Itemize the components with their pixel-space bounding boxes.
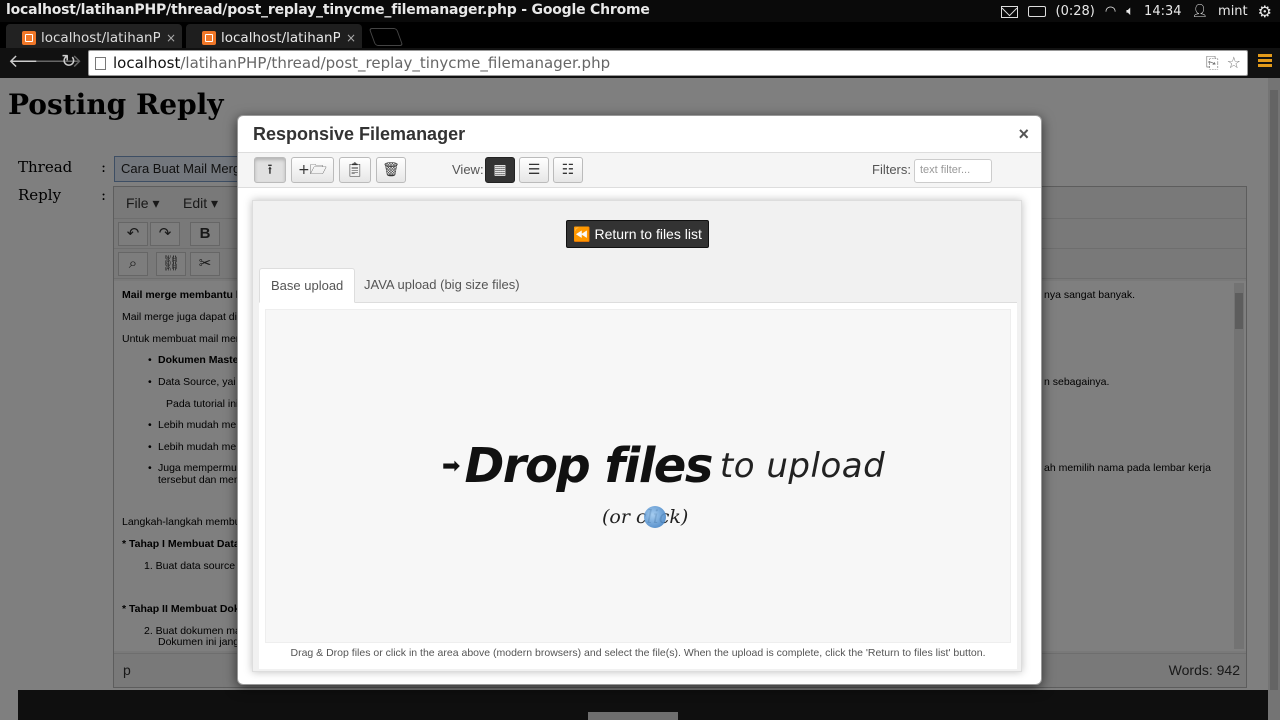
close-icon[interactable]: ×: [1018, 124, 1029, 145]
page-icon: [95, 57, 106, 70]
wifi-icon[interactable]: ◠: [1105, 4, 1116, 19]
columns-view-icon[interactable]: ☷: [553, 157, 583, 183]
filemanager-toolbar: ⭱ +🗁︎ 📋︎ 🗑︎ View: ▦ ☰ ☷ Filters: text fi…: [238, 152, 1041, 188]
window-title: localhost/latihanPHP/thread/post_replay_…: [6, 2, 650, 18]
volume-icon[interactable]: 🔈︎: [1126, 4, 1134, 19]
address-bar[interactable]: localhost/latihanPHP/thread/post_replay_…: [88, 50, 1248, 76]
browser-tab-bar: localhost/latihanPHP/ × localhost/latiha…: [0, 22, 1280, 48]
paste-icon[interactable]: 📋︎: [339, 157, 371, 183]
drop-text-light: to upload: [719, 446, 886, 486]
gear-icon[interactable]: ⚙: [1258, 2, 1272, 21]
arrow-right-icon: ➡: [442, 453, 461, 479]
xampp-favicon-icon: [202, 30, 216, 45]
view-label: View:: [452, 162, 484, 177]
filemanager-modal: Responsive Filemanager × ⭱ +🗁︎ 📋︎ 🗑︎ Vie…: [237, 115, 1042, 685]
drop-text: ➡Drop files to upload: [442, 438, 885, 494]
modal-title: Responsive Filemanager: [253, 124, 466, 144]
upload-tab-pane: ➡Drop filesto upload (or click) Drag & D…: [259, 303, 1017, 669]
tab-close-icon[interactable]: ×: [346, 31, 356, 45]
mail-icon[interactable]: [1000, 5, 1018, 18]
grid-view-icon[interactable]: ▦: [485, 157, 515, 183]
battery-time: (0:28): [1055, 4, 1095, 19]
battery-icon[interactable]: [1027, 6, 1046, 17]
translate-icon[interactable]: ⎘: [1206, 53, 1219, 73]
new-tab-button[interactable]: [368, 28, 404, 46]
xampp-favicon-icon: [22, 30, 36, 45]
upload-help-text: Drag & Drop files or click in the area a…: [290, 647, 986, 659]
omnibox-actions: ⎘ ☆: [1206, 53, 1241, 73]
new-folder-icon[interactable]: +🗁︎: [291, 157, 334, 183]
url-text: localhost/latihanPHP/thread/post_replay_…: [113, 54, 611, 72]
drop-text-bold: Drop files: [464, 438, 713, 494]
dropzone[interactable]: ➡Drop filesto upload (or click): [265, 309, 1011, 643]
upload-tabs: Base upload JAVA upload (big size files): [259, 268, 1017, 303]
upload-panel: ⏪ Return to files list Base upload JAVA …: [252, 200, 1022, 672]
tab-close-icon[interactable]: ×: [166, 31, 176, 45]
user-name[interactable]: mint: [1218, 4, 1248, 19]
user-icon: 👤︎: [1191, 4, 1209, 19]
tab-label: localhost/latihanPHP/: [41, 29, 160, 46]
tab-base-upload[interactable]: Base upload: [259, 268, 356, 303]
browser-tab-active[interactable]: localhost/latihanPHP/ ×: [186, 24, 362, 48]
filter-input[interactable]: text filter...: [914, 159, 992, 183]
browser-tab[interactable]: localhost/latihanPHP/ ×: [6, 24, 182, 48]
mouse-cursor-icon: [644, 506, 666, 528]
browser-toolbar: 🡐 🡒 ↻ localhost/latihanPHP/thread/post_r…: [0, 48, 1280, 78]
os-top-bar: localhost/latihanPHP/thread/post_replay_…: [0, 0, 1280, 22]
tab-java-upload[interactable]: JAVA upload (big size files): [353, 268, 531, 303]
filters-label: Filters:: [872, 162, 911, 177]
chrome-menu-icon[interactable]: [1258, 54, 1272, 70]
reload-icon[interactable]: ↻: [61, 52, 76, 72]
tab-label: localhost/latihanPHP/: [221, 29, 340, 46]
list-view-icon[interactable]: ☰: [519, 157, 549, 183]
clock[interactable]: 14:34: [1144, 4, 1181, 19]
system-tray: (0:28) ◠ 🔈︎ 14:34 👤︎ mint ⚙: [1000, 2, 1272, 21]
return-to-files-button[interactable]: ⏪ Return to files list: [566, 220, 709, 248]
bookmark-star-icon[interactable]: ☆: [1227, 53, 1241, 73]
clear-clipboard-icon[interactable]: 🗑︎: [376, 157, 406, 183]
upload-icon[interactable]: ⭱: [254, 157, 286, 183]
